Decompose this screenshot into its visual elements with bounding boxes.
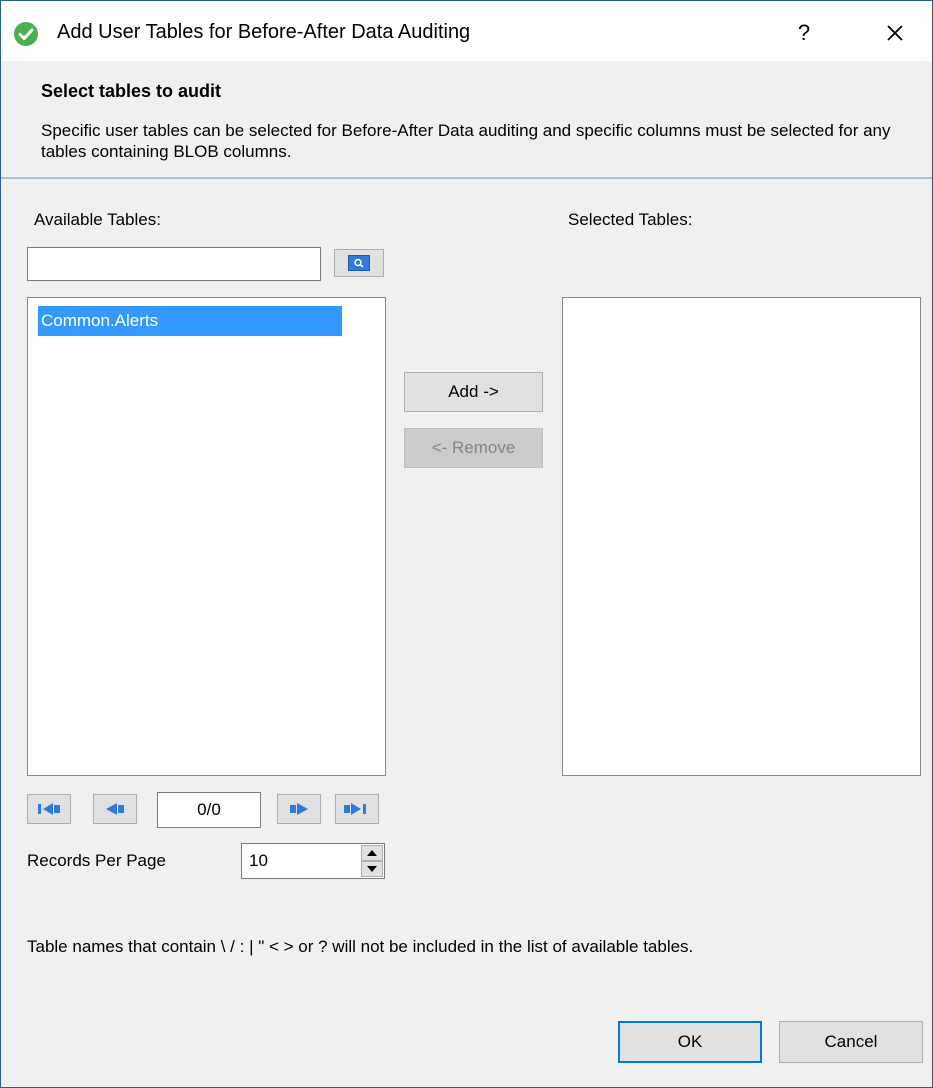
table-name-note: Table names that contain \ / : | " < > o… bbox=[27, 937, 694, 956]
search-icon bbox=[348, 255, 370, 271]
list-item-common-alerts[interactable]: Common.Alerts bbox=[38, 306, 342, 336]
help-button[interactable]: ? bbox=[789, 15, 819, 51]
search-input[interactable] bbox=[27, 247, 321, 281]
close-icon bbox=[887, 25, 903, 41]
next-page-icon bbox=[290, 803, 308, 815]
header-panel: Select tables to audit Specific user tab… bbox=[1, 61, 932, 179]
records-per-page-label: Records Per Page bbox=[27, 851, 166, 870]
previous-page-icon bbox=[106, 803, 124, 815]
spin-down-button[interactable] bbox=[361, 861, 383, 877]
available-tables-label: Available Tables: bbox=[34, 210, 161, 229]
ok-button[interactable]: OK bbox=[618, 1021, 762, 1063]
available-tables-list[interactable]: Common.Alerts bbox=[27, 297, 386, 776]
arrow-up-icon bbox=[367, 850, 377, 856]
check-circle-icon bbox=[14, 22, 38, 46]
cancel-button[interactable]: Cancel bbox=[779, 1021, 923, 1063]
title-bar: Add User Tables for Before-After Data Au… bbox=[1, 1, 932, 61]
previous-page-button[interactable] bbox=[93, 794, 137, 824]
last-page-icon bbox=[344, 803, 366, 815]
first-page-icon bbox=[38, 803, 60, 815]
remove-button[interactable]: <- Remove bbox=[404, 428, 543, 468]
records-per-page-value: 10 bbox=[249, 851, 268, 870]
spin-buttons bbox=[361, 845, 383, 877]
dialog-window: Add User Tables for Before-After Data Au… bbox=[0, 0, 933, 1088]
selected-tables-label: Selected Tables: bbox=[568, 210, 693, 229]
selected-tables-list[interactable] bbox=[562, 297, 921, 776]
page-indicator: 0/0 bbox=[157, 792, 261, 828]
first-page-button[interactable] bbox=[27, 794, 71, 824]
search-button[interactable] bbox=[334, 249, 384, 277]
next-page-button[interactable] bbox=[277, 794, 321, 824]
records-per-page-stepper[interactable]: 10 bbox=[241, 843, 385, 879]
last-page-button[interactable] bbox=[335, 794, 379, 824]
window-title: Add User Tables for Before-After Data Au… bbox=[57, 21, 471, 43]
spin-up-button[interactable] bbox=[361, 845, 383, 861]
header-description: Specific user tables can be selected for… bbox=[41, 121, 891, 161]
add-button[interactable]: Add -> bbox=[404, 372, 543, 412]
header-title: Select tables to audit bbox=[41, 81, 222, 101]
close-button[interactable] bbox=[877, 15, 913, 51]
arrow-down-icon bbox=[367, 866, 377, 872]
